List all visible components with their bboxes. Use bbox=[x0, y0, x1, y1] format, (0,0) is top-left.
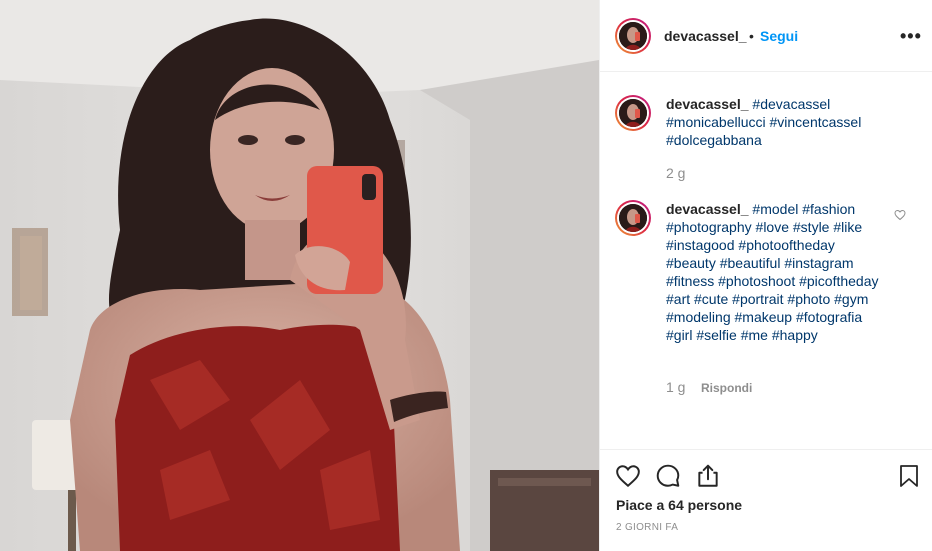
post-header: devacassel_ • Segui ••• bbox=[600, 0, 932, 72]
heart-icon[interactable] bbox=[615, 463, 641, 494]
hashtag-link[interactable]: #picoftheday bbox=[799, 273, 878, 289]
more-icon[interactable]: ••• bbox=[900, 26, 922, 47]
separator-dot: • bbox=[749, 28, 754, 44]
reply-button[interactable]: Rispondi bbox=[701, 381, 752, 395]
share-icon[interactable] bbox=[695, 463, 721, 494]
hashtag-link[interactable]: #monicabellucci bbox=[666, 114, 766, 130]
comment-text: devacassel_ #model #fashion #photography… bbox=[666, 200, 886, 344]
small-heart-icon[interactable] bbox=[894, 208, 906, 226]
hashtag-link[interactable]: #vincentcassel bbox=[770, 114, 862, 130]
post-actions: Piace a 64 persone 2 GIORNI FA bbox=[600, 449, 932, 551]
hashtag-link[interactable]: #photooftheday bbox=[738, 237, 835, 253]
hashtag-link[interactable]: #art bbox=[666, 291, 690, 307]
post-date[interactable]: 2 GIORNI FA bbox=[616, 522, 678, 533]
hashtag-link[interactable]: #photography bbox=[666, 219, 752, 235]
hashtag-link[interactable]: #style bbox=[793, 219, 830, 235]
hashtag-link[interactable]: #gym bbox=[834, 291, 868, 307]
hashtag-link[interactable]: #fitness bbox=[666, 273, 714, 289]
hashtag-link[interactable]: #dolcegabbana bbox=[666, 132, 762, 148]
hashtag-link[interactable]: #beauty bbox=[666, 255, 716, 271]
avatar[interactable] bbox=[615, 18, 651, 54]
hashtag-link[interactable]: #modeling bbox=[666, 309, 731, 325]
avatar-image bbox=[619, 204, 647, 232]
hashtag-link[interactable]: #model bbox=[752, 201, 798, 217]
hashtag-link[interactable]: #portrait bbox=[732, 291, 783, 307]
hashtag-link[interactable]: #makeup bbox=[735, 309, 793, 325]
hashtag-link[interactable]: #cute bbox=[694, 291, 728, 307]
likes-count[interactable]: Piace a 64 persone bbox=[616, 497, 742, 513]
post-side-panel: devacassel_ • Segui ••• devacassel_ #dev… bbox=[599, 0, 932, 551]
hashtag-link[interactable]: #fotografia bbox=[796, 309, 862, 325]
hashtag-link[interactable]: #love bbox=[756, 219, 789, 235]
avatar-image bbox=[619, 99, 647, 127]
hashtag-link[interactable]: #instagram bbox=[784, 255, 853, 271]
caption-text: devacassel_ #devacassel #monicabellucci … bbox=[666, 95, 886, 149]
comment-username[interactable]: devacassel_ bbox=[666, 201, 749, 217]
hashtag-link[interactable]: #photoshoot bbox=[718, 273, 795, 289]
comment-icon[interactable] bbox=[655, 463, 681, 494]
follow-button[interactable]: Segui bbox=[760, 28, 798, 44]
hashtag-link[interactable]: #like bbox=[833, 219, 862, 235]
post-photo[interactable] bbox=[0, 0, 599, 551]
photo-image bbox=[0, 0, 599, 551]
avatar-image bbox=[619, 22, 647, 50]
caption-time[interactable]: 2 g bbox=[666, 165, 685, 181]
comment-time[interactable]: 1 g bbox=[666, 379, 685, 395]
hashtag-link[interactable]: #instagood bbox=[666, 237, 735, 253]
hashtag-link[interactable]: #happy bbox=[772, 327, 818, 343]
post-username[interactable]: devacassel_ bbox=[664, 28, 747, 44]
caption-username[interactable]: devacassel_ bbox=[666, 96, 749, 112]
bookmark-icon[interactable] bbox=[897, 463, 921, 494]
hashtag-link[interactable]: #beautiful bbox=[720, 255, 781, 271]
hashtag-link[interactable]: #selfie bbox=[696, 327, 736, 343]
avatar[interactable] bbox=[615, 95, 651, 131]
hashtag-link[interactable]: #fashion bbox=[802, 201, 855, 217]
hashtag-link[interactable]: #photo bbox=[787, 291, 830, 307]
hashtag-link[interactable]: #me bbox=[741, 327, 768, 343]
avatar[interactable] bbox=[615, 200, 651, 236]
hashtag-link[interactable]: #devacassel bbox=[752, 96, 830, 112]
hashtag-link[interactable]: #girl bbox=[666, 327, 692, 343]
